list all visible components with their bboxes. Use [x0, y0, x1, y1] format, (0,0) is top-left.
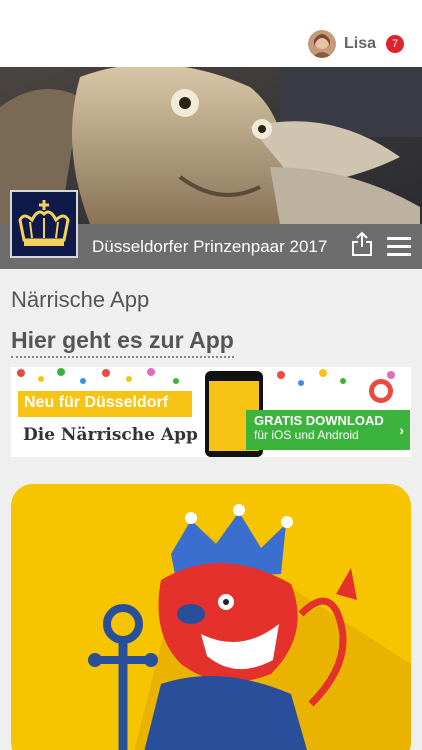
- banner-headline: Neu für Düsseldorf: [18, 391, 192, 417]
- app-banner[interactable]: Neu für Düsseldorf Die Närrische App GRA…: [11, 367, 411, 457]
- hamburger-menu-icon[interactable]: [387, 237, 411, 257]
- top-bar: Lisa 7: [0, 0, 422, 67]
- crown-icon: [18, 200, 70, 246]
- app-icon-tile[interactable]: [11, 484, 411, 750]
- user-name[interactable]: Lisa: [344, 35, 376, 53]
- club-logo: [10, 190, 78, 258]
- download-subtitle: für iOS und Android: [254, 428, 359, 442]
- chevron-right-icon: ›: [399, 422, 404, 438]
- section-title: Närrische App: [11, 287, 150, 312]
- page-title: Düsseldorfer Prinzenpaar 2017: [92, 237, 328, 256]
- share-icon[interactable]: [351, 231, 373, 257]
- user-menu[interactable]: Lisa 7: [307, 30, 404, 58]
- download-title: GRATIS DOWNLOAD: [254, 413, 384, 428]
- download-button[interactable]: GRATIS DOWNLOAD für iOS und Android ›: [246, 410, 410, 450]
- notification-badge[interactable]: 7: [386, 35, 404, 53]
- banner-subline: Die Närrische App: [23, 425, 198, 445]
- avatar[interactable]: [307, 30, 336, 58]
- app-link[interactable]: Hier geht es zur App: [11, 327, 234, 358]
